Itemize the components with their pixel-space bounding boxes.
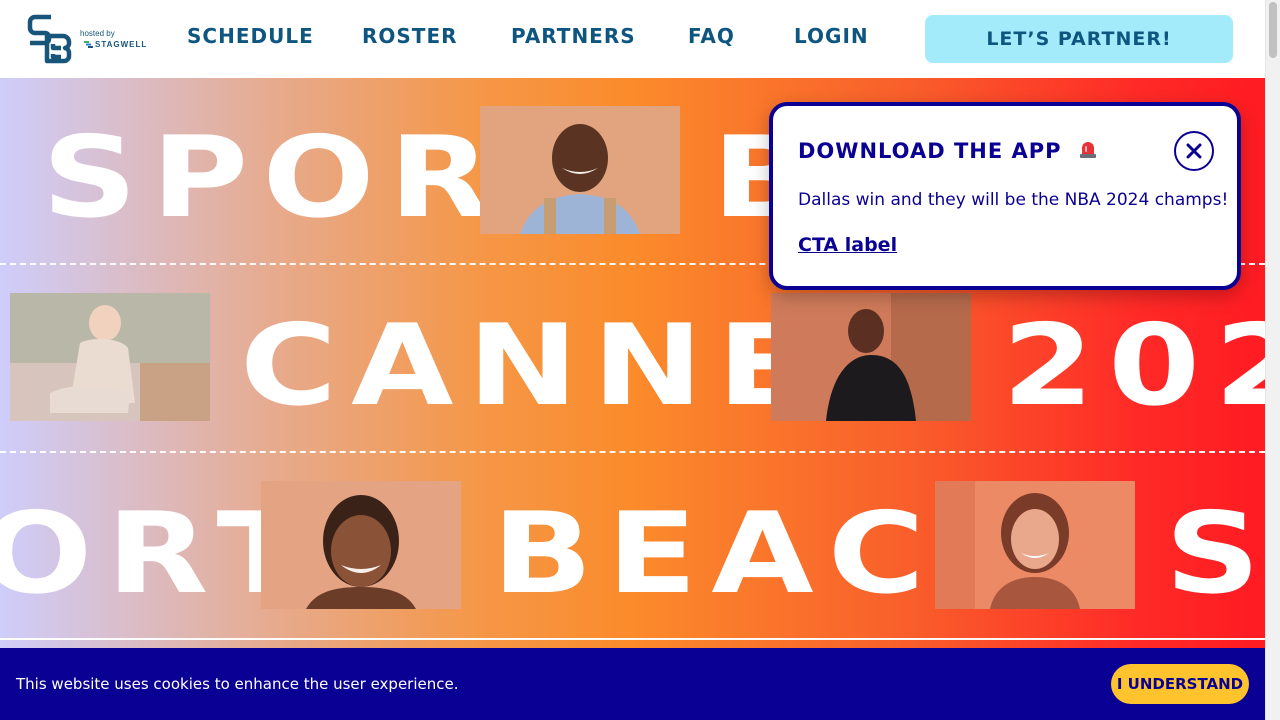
lets-partner-button[interactable]: LET’S PARTNER!	[925, 15, 1233, 63]
cookie-message: This website uses cookies to enhance the…	[16, 675, 459, 693]
stagwell-brand-label: STAGWELL	[95, 40, 148, 49]
logo[interactable]: hosted by STAGWELL	[27, 14, 147, 64]
cookie-banner: This website uses cookies to enhance the…	[0, 648, 1265, 720]
popup-message: Dallas win and they will be the NBA 2024…	[798, 190, 1229, 210]
download-app-popup: DOWNLOAD THE APP Dallas win and they wil…	[769, 102, 1241, 290]
hero-word-2024: 2024	[1002, 301, 1265, 431]
nav-schedule[interactable]: SCHEDULE	[187, 24, 314, 48]
sport-beach-logo-icon	[27, 14, 72, 64]
athlete-photo	[935, 481, 1135, 609]
nav-partners[interactable]: PARTNERS	[511, 24, 636, 48]
popup-cta-link[interactable]: CTA label	[798, 234, 897, 256]
hosted-by-label: hosted by	[80, 29, 115, 38]
popup-title-text: DOWNLOAD THE APP	[798, 139, 1062, 163]
nav-login[interactable]: LOGIN	[794, 24, 869, 48]
nav-roster[interactable]: ROSTER	[362, 24, 458, 48]
close-button[interactable]	[1174, 131, 1214, 171]
athlete-photo	[10, 293, 210, 421]
athlete-photo	[261, 481, 461, 609]
stagwell-mark-icon	[84, 41, 93, 48]
nav-faq[interactable]: FAQ	[688, 24, 735, 48]
hero-word-sport-partial: SP	[1165, 489, 1265, 619]
scrollbar-thumb[interactable]	[1269, 2, 1277, 58]
i-understand-button[interactable]: I UNDERSTAND	[1111, 664, 1249, 704]
divider	[0, 638, 1265, 640]
athlete-photo	[771, 293, 971, 421]
close-icon	[1186, 143, 1202, 159]
siren-icon	[1078, 138, 1098, 165]
athlete-photo	[480, 106, 680, 234]
divider	[0, 451, 1265, 453]
vertical-scrollbar[interactable]	[1265, 0, 1280, 720]
site-header: hosted by STAGWELL SCHEDULE ROSTER PARTN…	[0, 0, 1265, 78]
popup-title: DOWNLOAD THE APP	[798, 138, 1098, 165]
